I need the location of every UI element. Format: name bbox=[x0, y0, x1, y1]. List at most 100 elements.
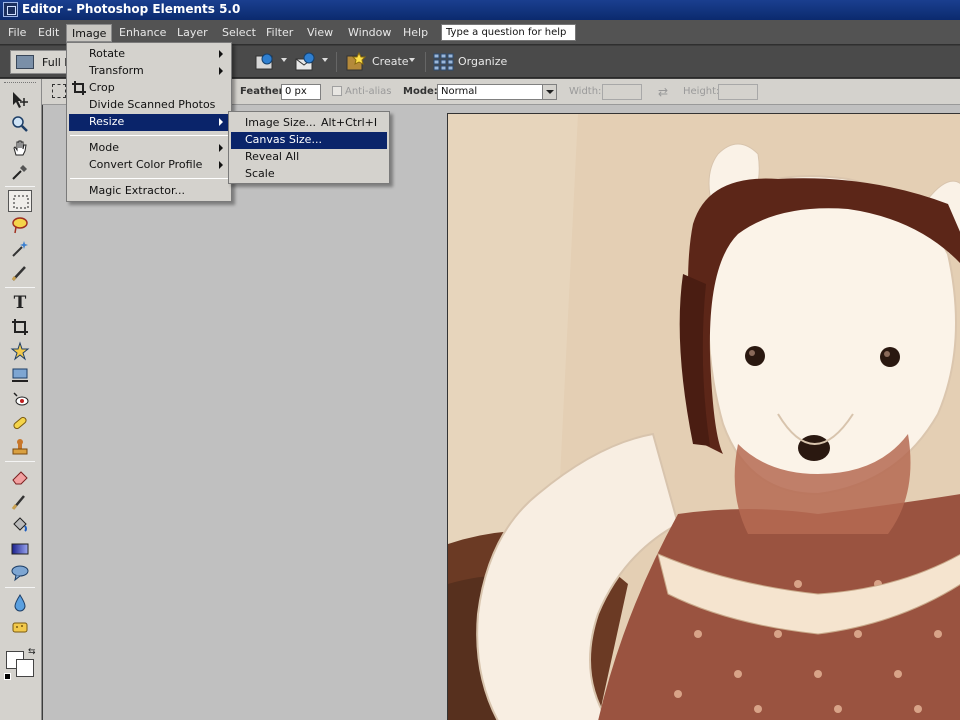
zoom-tool[interactable] bbox=[8, 113, 32, 135]
gradient-tool[interactable] bbox=[8, 538, 32, 560]
straighten-icon bbox=[12, 368, 28, 382]
menu-item-canvas-size[interactable]: Canvas Size... bbox=[231, 132, 387, 149]
height-input[interactable] bbox=[718, 84, 758, 100]
document-image[interactable] bbox=[447, 113, 960, 720]
toolbox-separator bbox=[5, 587, 35, 588]
window-title: Editor - Photoshop Elements 5.0 bbox=[22, 2, 241, 16]
mode-select[interactable]: Normal bbox=[437, 84, 557, 100]
share-icon[interactable] bbox=[254, 52, 276, 72]
color-swatches[interactable]: ⇆ bbox=[4, 647, 38, 680]
menu-item-transform[interactable]: Transform bbox=[69, 63, 229, 80]
menu-item-label: Canvas Size... bbox=[245, 133, 322, 146]
move-icon bbox=[13, 92, 28, 108]
menu-filter[interactable]: Filter bbox=[261, 24, 298, 42]
chevron-down-icon[interactable] bbox=[542, 85, 556, 99]
menu-help[interactable]: Help bbox=[398, 24, 433, 42]
sponge-tool[interactable] bbox=[8, 616, 32, 638]
menu-item-reveal-all[interactable]: Reveal All bbox=[231, 149, 387, 166]
hand-icon bbox=[13, 140, 27, 156]
menu-item-label: Convert Color Profile bbox=[89, 158, 203, 171]
teddy-bear-photo bbox=[448, 114, 960, 720]
menu-enhance[interactable]: Enhance bbox=[114, 24, 171, 42]
eyedropper-tool[interactable] bbox=[8, 161, 32, 183]
width-input[interactable] bbox=[602, 84, 642, 100]
submenu-arrow-icon bbox=[219, 144, 223, 152]
menu-file[interactable]: File bbox=[3, 24, 31, 42]
menu-separator bbox=[70, 178, 228, 179]
eraser-tool[interactable] bbox=[8, 466, 32, 488]
swap-colors-icon[interactable]: ⇆ bbox=[28, 647, 36, 657]
shortcuts-separator-2 bbox=[425, 52, 426, 72]
menu-item-rotate[interactable]: Rotate bbox=[69, 46, 229, 63]
blur-tool[interactable] bbox=[8, 592, 32, 614]
custom-shape-tool[interactable] bbox=[8, 562, 32, 584]
straighten-tool[interactable] bbox=[8, 364, 32, 386]
anti-alias-checkbox[interactable] bbox=[332, 86, 342, 96]
anti-alias-label: Anti-alias bbox=[345, 86, 392, 97]
menu-item-scale[interactable]: Scale bbox=[231, 166, 387, 183]
swap-dimensions-icon[interactable]: ⇄ bbox=[654, 85, 672, 99]
create-icon[interactable] bbox=[345, 52, 367, 72]
menu-item-label: Reveal All bbox=[245, 150, 300, 163]
paint-bucket-icon bbox=[13, 517, 27, 532]
menu-item-label: Scale bbox=[245, 167, 275, 180]
menu-item-mode[interactable]: Mode bbox=[69, 140, 229, 157]
menu-item-label: Magic Extractor... bbox=[89, 184, 185, 197]
cookie-cutter-tool[interactable] bbox=[8, 340, 32, 362]
rectangular-marquee-tool[interactable] bbox=[8, 190, 32, 212]
app-icon bbox=[3, 2, 18, 17]
menu-layer[interactable]: Layer bbox=[172, 24, 213, 42]
image-menu: Rotate Transform Crop Divide Scanned Pho… bbox=[66, 42, 232, 202]
hand-tool[interactable] bbox=[8, 137, 32, 159]
selection-brush-tool[interactable] bbox=[8, 262, 32, 284]
new-selection-icon[interactable] bbox=[52, 84, 66, 98]
brush-icon bbox=[11, 495, 25, 510]
selection-brush-icon bbox=[11, 266, 26, 281]
feather-input[interactable]: 0 px bbox=[281, 84, 321, 100]
clone-stamp-tool[interactable] bbox=[8, 436, 32, 458]
background-color-swatch[interactable] bbox=[16, 659, 34, 677]
width-label: Width: bbox=[569, 86, 602, 97]
create-label[interactable]: Create bbox=[372, 55, 409, 68]
red-eye-removal-tool[interactable] bbox=[8, 388, 32, 410]
bandage-icon bbox=[13, 416, 27, 430]
menu-item-resize[interactable]: Resize bbox=[69, 114, 229, 131]
mode-select-value: Normal bbox=[441, 86, 478, 97]
zoom-icon bbox=[12, 116, 28, 132]
default-colors-icon[interactable] bbox=[4, 673, 11, 680]
spot-healing-brush-tool[interactable] bbox=[8, 412, 32, 434]
menu-item-image-size[interactable]: Image Size... Alt+Ctrl+I bbox=[231, 115, 387, 132]
organize-icon[interactable] bbox=[433, 52, 455, 72]
email-icon[interactable] bbox=[295, 52, 317, 72]
share-dropdown-arrow[interactable] bbox=[281, 58, 287, 62]
menu-separator bbox=[70, 135, 228, 136]
gradient-icon bbox=[11, 543, 29, 555]
menu-item-magic-extractor[interactable]: Magic Extractor... bbox=[69, 183, 229, 200]
menu-edit[interactable]: Edit bbox=[33, 24, 64, 42]
menu-item-label: Rotate bbox=[89, 47, 126, 60]
shortcuts-separator bbox=[336, 52, 337, 72]
crop-tool[interactable] bbox=[8, 316, 32, 338]
menu-item-label: Divide Scanned Photos bbox=[89, 98, 216, 111]
move-tool[interactable] bbox=[8, 89, 32, 111]
organize-label[interactable]: Organize bbox=[458, 55, 507, 68]
paint-bucket-tool[interactable] bbox=[8, 514, 32, 536]
menu-image[interactable]: Image bbox=[66, 24, 113, 42]
menu-item-convert-color-profile[interactable]: Convert Color Profile bbox=[69, 157, 229, 174]
create-dropdown-arrow[interactable] bbox=[409, 58, 415, 62]
type-tool[interactable]: T bbox=[8, 292, 32, 314]
help-search-input[interactable]: Type a question for help bbox=[441, 24, 576, 41]
star-icon bbox=[10, 341, 30, 361]
magic-wand-tool[interactable] bbox=[8, 238, 32, 260]
lasso-tool[interactable] bbox=[8, 214, 32, 236]
email-dropdown-arrow[interactable] bbox=[322, 58, 328, 62]
menu-select[interactable]: Select bbox=[217, 24, 261, 42]
menu-view[interactable]: View bbox=[302, 24, 338, 42]
menu-item-divide-scanned-photos[interactable]: Divide Scanned Photos bbox=[69, 97, 229, 114]
menu-item-label: Transform bbox=[89, 64, 144, 77]
menu-item-crop[interactable]: Crop bbox=[69, 80, 229, 97]
pencil-tool[interactable] bbox=[8, 490, 32, 512]
menu-item-label: Mode bbox=[89, 141, 119, 154]
toolbox-grip[interactable] bbox=[4, 82, 36, 85]
menu-window[interactable]: Window bbox=[343, 24, 396, 42]
